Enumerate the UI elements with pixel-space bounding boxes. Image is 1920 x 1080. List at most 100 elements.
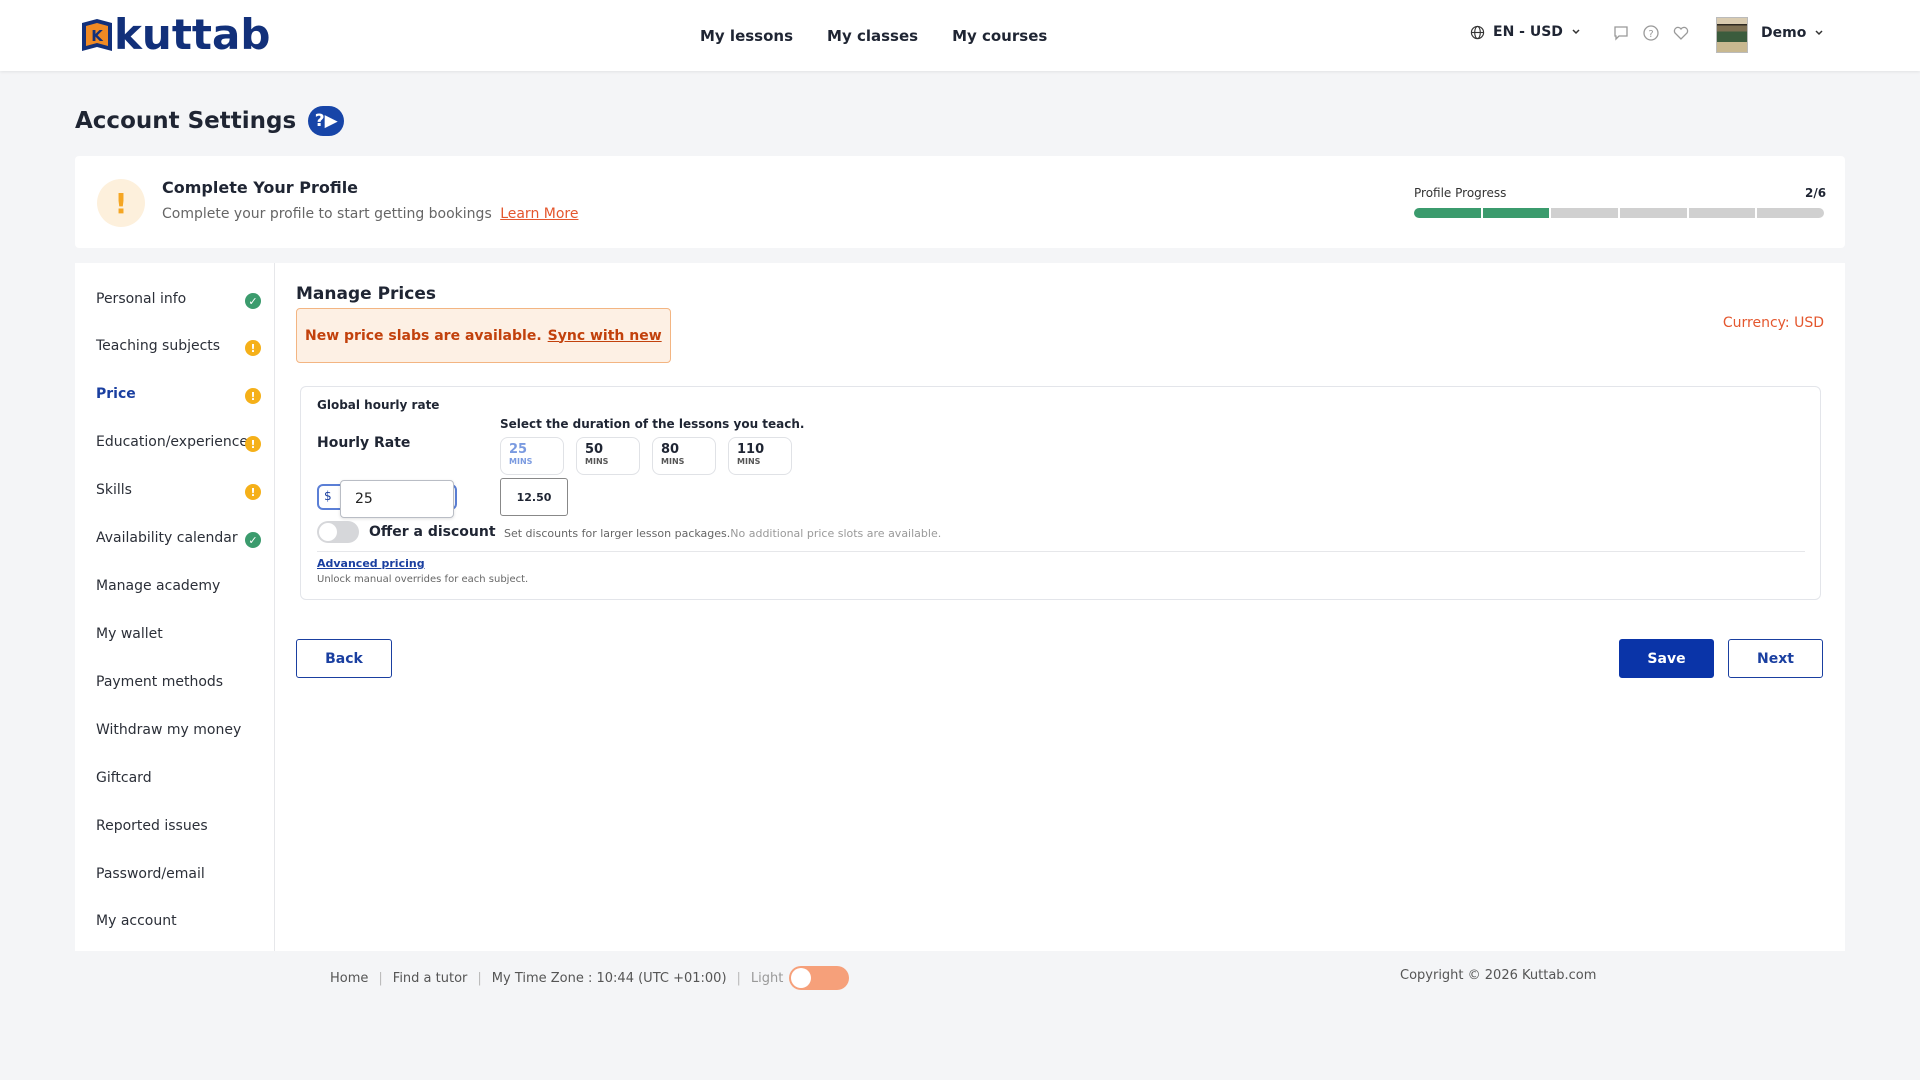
theme-toggle[interactable] [789,966,850,990]
sidebar-item-personal-info[interactable]: Personal info [96,291,186,307]
sidebar-item-teaching-subjects[interactable]: Teaching subjects [96,338,220,354]
logo-text: kuttab [114,10,271,59]
advanced-pricing-subtitle: Unlock manual overrides for each subject… [317,574,529,585]
sync-with-new-link[interactable]: Sync with new [548,328,662,344]
sidebar-item-manage-academy[interactable]: Manage academy [96,578,220,594]
duration-value: 80 [661,442,680,457]
hourly-rate-label: Hourly Rate [317,435,411,451]
progress-segment [1414,208,1481,218]
duration-unit: MINS [585,457,609,466]
duration-value: 25 [509,442,528,457]
chevron-down-icon [1572,29,1580,35]
hourly-rate-field: $ [317,480,457,518]
warning-circle-icon: ! [245,484,261,500]
footer-home-link[interactable]: Home [330,971,368,986]
progress-segment [1620,208,1687,218]
profile-card-title: Complete Your Profile [162,178,359,197]
profile-progress-label: Profile Progress [1414,186,1507,200]
nav-my-courses[interactable]: My courses [952,27,1047,45]
exclamation-icon: ! [97,179,145,227]
duration-unit: MINS [661,457,685,466]
language-currency-selector[interactable]: EN - USD [1470,24,1581,40]
save-button[interactable]: Save [1619,639,1714,678]
progress-segment [1482,208,1550,218]
language-label: EN - USD [1493,24,1563,40]
nav-my-lessons[interactable]: My lessons [700,27,793,45]
global-hourly-rate-label: Global hourly rate [317,398,440,412]
global-rate-box: Global hourly rate Hourly Rate Select th… [300,386,1821,600]
price-25-mins[interactable]: 12.50 [500,478,568,516]
duration-unit: MINS [509,457,533,466]
duration-unit: MINS [737,457,761,466]
duration-option-25[interactable]: 25 MINS [500,437,564,475]
back-button[interactable]: Back [296,639,392,678]
progress-segment [1551,208,1619,218]
discount-label: Offer a discount [369,524,496,540]
divider [317,551,1805,552]
discount-help-muted: No additional price slots are available. [730,527,942,540]
duration-option-80[interactable]: 80 MINS [652,437,716,475]
next-button[interactable]: Next [1728,639,1823,678]
footer-timezone: My Time Zone : 10:44 (UTC +01:00) [491,970,727,986]
svg-text:K: K [91,27,104,45]
sidebar-item-availability-calendar[interactable]: Availability calendar [96,530,238,546]
chevron-down-icon [1815,30,1823,36]
kuttab-logo[interactable]: K kuttab [78,14,270,56]
settings-panel: Personal info ✓ Teaching subjects! Price! Ed… [75,263,1845,951]
advanced-pricing-link[interactable]: Advanced pricing [317,557,425,570]
user-menu[interactable]: Demo [1761,25,1824,41]
check-circle-icon: ✓ [245,293,261,309]
profile-progress-bar [1414,208,1824,218]
currency-label: Currency: USD [1722,315,1824,331]
chat-icon[interactable] [1612,24,1630,42]
hourly-rate-input[interactable] [340,480,454,518]
page-title-text: Account Settings [75,108,297,134]
page-title: Account Settings ?▶ [75,106,345,136]
currency-symbol: $ [324,489,332,503]
sidebar-item-password-email[interactable]: Password/email [96,866,205,882]
check-circle-icon: ✓ [245,532,261,548]
duration-option-110[interactable]: 110 MINS [728,437,792,475]
help-icon[interactable]: ? [1642,24,1660,42]
duration-option-50[interactable]: 50 MINS [576,437,640,475]
video-help-icon[interactable]: ?▶ [308,106,345,136]
sidebar-item-payment-methods[interactable]: Payment methods [96,674,223,690]
globe-icon [1470,25,1485,39]
alert-text: New price slabs are available. [305,327,542,344]
duration-value: 110 [737,442,765,457]
sidebar-item-price[interactable]: Price [96,386,136,402]
sidebar-item-giftcard[interactable]: Giftcard [96,770,152,786]
learn-more-link[interactable]: Learn More [500,206,578,222]
manage-prices-section: Manage Prices New price slabs are availa… [296,263,1845,951]
main-nav: My lessons My classes My courses [700,0,1047,71]
logo-book-icon: K [82,19,112,51]
discount-help: Set discounts for larger lesson packages… [504,527,941,540]
duration-value: 50 [585,442,604,457]
svg-text:?: ? [1648,29,1653,40]
price-slab-alert: New price slabs are available. Sync with… [296,308,671,363]
profile-card-subtitle: Complete your profile to start getting b… [162,206,578,222]
complete-profile-card: ! Complete Your Profile Complete your pr… [75,156,1845,248]
progress-segment [1757,208,1824,218]
profile-progress-count: 2/6 [1805,186,1827,200]
footer-separator: | [736,970,741,986]
footer: Home | Find a tutor | My Time Zone : 10:… [330,966,850,990]
footer-find-tutor-link[interactable]: Find a tutor [393,971,468,986]
header-icons: ? [1612,24,1690,42]
heart-icon[interactable] [1672,24,1690,42]
discount-help-text: Set discounts for larger lesson packages… [504,527,731,540]
user-name: Demo [1761,25,1807,41]
warning-circle-icon: ! [245,436,261,452]
footer-separator: | [477,970,482,986]
copyright: Copyright © 2026 Kuttab.com [1400,968,1597,983]
sidebar-item-my-wallet[interactable]: My wallet [96,626,163,642]
user-avatar[interactable] [1716,17,1748,53]
nav-my-classes[interactable]: My classes [827,27,918,45]
sidebar-item-education-experience[interactable]: Education/experience [96,434,248,450]
settings-sidebar: Personal info ✓ Teaching subjects! Price! Ed… [75,263,275,951]
discount-toggle[interactable] [317,521,359,543]
sidebar-item-reported-issues[interactable]: Reported issues [96,818,208,834]
sidebar-item-withdraw-my-money[interactable]: Withdraw my money [96,722,241,738]
sidebar-item-my-account[interactable]: My account [96,913,177,929]
sidebar-item-skills[interactable]: Skills [96,482,132,498]
